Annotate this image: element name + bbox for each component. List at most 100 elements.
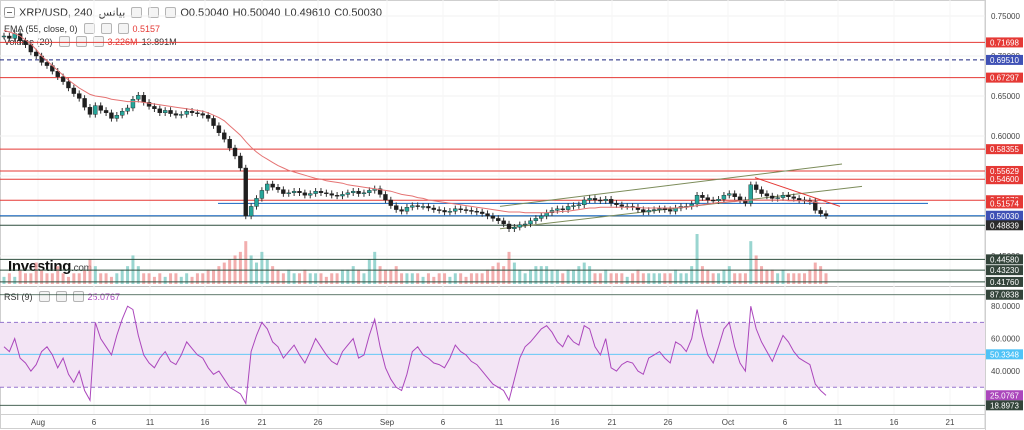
candle-body [426,206,431,209]
down-trendline [754,177,841,207]
volume-bar [255,262,259,284]
price-label-11: 0.44580 [990,255,1019,264]
candle-body [361,192,367,195]
candle-body [162,110,168,114]
candle-body [34,51,39,57]
volume-bar [749,241,753,284]
candle-body [764,193,770,197]
volume-bar [421,276,425,284]
candle-body [791,196,796,199]
candle-body [796,198,802,201]
candle-body [560,208,565,211]
candle-body [157,108,163,114]
candle-body [818,210,823,214]
candle-body [119,110,125,116]
time-tick-10: 21 [608,418,617,427]
time-tick-11: 26 [664,418,673,427]
candle-body [318,190,324,193]
candle-body [759,189,764,194]
candle-body [345,192,351,195]
candle-body [383,194,388,201]
candle-body [727,193,732,196]
candle-body [334,194,340,197]
volume-bar [13,276,17,284]
candle-body [195,112,200,115]
candle-body [823,213,829,216]
volume-bar [152,276,156,284]
rsi-tick-0: 80.0000 [991,302,1020,311]
candle-body [216,125,222,133]
volume-bar [502,266,506,284]
time-tick-13: 6 [783,418,788,427]
volume-bar [625,276,629,284]
volume-bar [819,266,823,284]
candle-body [173,113,179,116]
rsi-label-3: 18.8973 [990,401,1019,410]
candle-body [248,206,254,217]
candle-body [555,208,560,211]
volume-bar [88,259,92,284]
candle-body [351,190,356,193]
volume-bar [496,262,500,284]
price-label-0: 0.71698 [990,38,1019,47]
time-tick-14: 11 [834,418,843,427]
volume-bar [700,266,704,284]
price-chart[interactable]: 80.000060.000040.000020.000087.083850.33… [0,0,1024,430]
volume-bar [813,262,817,284]
candle-body [1,35,7,38]
volume-bar [265,259,269,284]
volume-bar [271,266,275,284]
time-axis[interactable]: Aug 6 11 16 21 26 Sep 6 11 16 21 26 Oct 6 11 16 21 [31,418,955,427]
price-tick-2: 0.65000 [991,92,1020,101]
rsi-band [0,322,985,388]
candle-body [737,196,743,201]
candle-body [66,81,71,89]
candles [1,30,829,232]
rsi-label-1: 50.3348 [990,350,1019,359]
candle-body [571,205,576,207]
candle-body [324,192,329,195]
volume-bar [373,251,377,284]
time-tick-3: 16 [201,418,210,427]
candle-body [415,205,420,207]
candle-body [657,208,662,211]
volume-bar [507,251,511,284]
time-tick-6: Sep [380,418,395,427]
candle-body [227,138,232,149]
volume-bar [93,266,97,284]
candle-body [222,132,227,140]
volume-bar [66,276,70,284]
candle-body [694,194,700,205]
price-axis[interactable]: 0.750000.700000.650000.600000.550000.500… [986,12,1023,287]
candle-body [501,220,506,225]
volume-bar [534,266,538,284]
candle-body [7,35,12,39]
candle-body [485,213,490,217]
candle-body [82,98,87,108]
candle-body [528,220,533,225]
candle-body [329,193,334,196]
candle-body [291,190,297,193]
price-tick-0: 0.75000 [991,12,1020,21]
candle-body [60,76,66,82]
candle-body [447,210,453,213]
time-tick-1: 6 [92,418,97,427]
volume-bar [324,276,328,284]
candle-body [388,199,394,206]
volume-bar [34,262,38,284]
candle-body [533,218,539,221]
price-label-12: 0.43230 [990,266,1019,275]
candle-body [367,190,372,193]
candle-body [205,114,211,119]
candle-body [667,209,673,212]
candle-body [436,209,442,211]
rsi-panel: 80.000060.000040.000020.000087.083850.33… [0,289,1023,411]
candle-body [404,206,410,212]
candle-body [453,208,458,212]
candle-body [109,112,114,119]
time-tick-0: Aug [31,418,45,427]
candle-body [662,208,668,211]
candle-body [598,199,603,202]
candle-body [517,224,522,228]
candle-body [259,190,265,199]
